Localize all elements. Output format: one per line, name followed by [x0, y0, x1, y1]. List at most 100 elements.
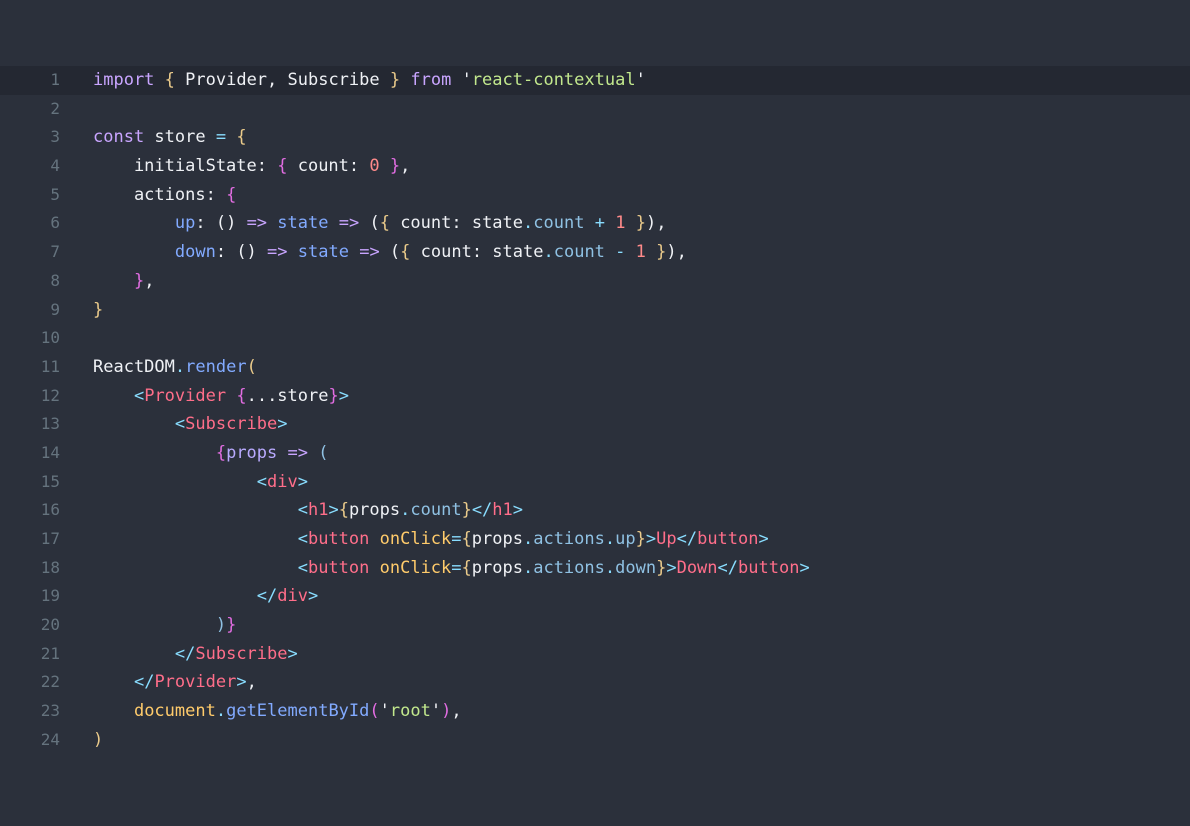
code-line[interactable]: 24): [0, 726, 1190, 755]
code-token: <: [133, 385, 145, 406]
code-token: }: [656, 242, 667, 263]
code-line[interactable]: 13 <Subscribe>: [0, 410, 1190, 439]
code-token: count: [553, 242, 605, 263]
code-token: count: [533, 213, 585, 234]
code-token: .: [604, 529, 616, 549]
code-token: </: [676, 529, 698, 549]
line-number: 1: [50, 70, 60, 89]
code-line[interactable]: 17 <button onClick={props.actions.up}>Up…: [0, 525, 1190, 554]
code-token: : (): [215, 242, 268, 263]
line-code: </Provider>,: [93, 668, 257, 697]
code-line[interactable]: 2: [0, 95, 1190, 124]
code-token: >: [297, 471, 308, 492]
code-line[interactable]: 6 up: () => state => ({ count: state.cou…: [0, 209, 1190, 238]
code-line[interactable]: 10: [0, 324, 1190, 353]
code-line[interactable]: 15 <div>: [0, 468, 1190, 497]
code-line[interactable]: 11 ReactDOM.render(: [0, 353, 1190, 382]
code-token: initialState:: [93, 156, 278, 177]
code-token: 0: [369, 156, 380, 177]
line-code: document.getElementById('root'),: [93, 697, 462, 726]
code-token: >: [277, 414, 288, 435]
line-number: 9: [50, 299, 60, 319]
code-token: import: [93, 70, 155, 90]
code-token: h1: [307, 500, 329, 521]
code-token: (: [246, 356, 257, 377]
line-code: actions: {: [93, 181, 236, 210]
code-token: ): [441, 701, 452, 722]
code-token: : (): [195, 213, 247, 234]
code-token: =>: [267, 242, 288, 263]
code-line[interactable]: 21 </Subscribe>: [0, 640, 1190, 669]
line-number: 16: [40, 500, 60, 520]
code-token: >: [645, 529, 657, 549]
code-token: ,: [451, 701, 462, 722]
code-line[interactable]: 1 import { Provider, Subscribe } from 're…: [0, 66, 1190, 95]
code-token: }: [461, 500, 472, 521]
line-code: <Provider {...store}>: [93, 382, 349, 411]
line-number: 23: [40, 701, 60, 721]
code-token: .: [400, 500, 411, 521]
code-line[interactable]: 14 {props => (: [0, 439, 1190, 468]
line-code: ReactDOM.render(: [93, 353, 257, 382]
line-number: 4: [50, 156, 60, 176]
code-token: {: [400, 242, 411, 263]
code-line[interactable]: 18 <button onClick={props.actions.down}>…: [0, 554, 1190, 583]
line-number: 2: [50, 98, 60, 118]
code-token: -: [615, 242, 626, 263]
line-code: }: [93, 296, 103, 325]
code-line[interactable]: 19 </div>: [0, 582, 1190, 611]
line-number: 19: [40, 586, 60, 606]
code-token: >: [758, 529, 769, 549]
line-code: ): [93, 726, 103, 755]
code-token: >: [236, 672, 247, 693]
line-number: 8: [50, 270, 60, 290]
code-line[interactable]: 20 )}: [0, 611, 1190, 640]
code-line[interactable]: 16 <h1>{props.count}</h1>: [0, 496, 1190, 525]
code-token: actions:: [93, 184, 227, 205]
code-line[interactable]: 3 const store = {: [0, 123, 1190, 152]
code-editor[interactable]: 1 import { Provider, Subscribe } from 're…: [0, 0, 1190, 826]
code-token: props: [471, 557, 523, 578]
code-token: ': [461, 70, 472, 90]
code-line[interactable]: 5 actions: {: [0, 181, 1190, 210]
line-number: 14: [40, 442, 60, 462]
code-token: {: [236, 385, 247, 406]
line-code: down: () => state => ({ count: state.cou…: [93, 238, 687, 267]
code-token: Up: [656, 529, 677, 549]
code-line[interactable]: 23 document.getElementById('root'),: [0, 697, 1190, 726]
code-token: }: [635, 529, 646, 549]
code-token: div: [267, 471, 298, 492]
line-code: up: () => state => ({ count: state.count…: [93, 209, 667, 238]
code-token: {: [164, 70, 175, 90]
code-token: render: [185, 356, 247, 377]
code-token: >: [328, 500, 339, 521]
code-token: const: [93, 127, 145, 148]
code-line[interactable]: 9}: [0, 296, 1190, 325]
code-token: >: [666, 557, 677, 578]
code-line[interactable]: 22 </Provider>,: [0, 668, 1190, 697]
code-token: ,: [144, 270, 155, 291]
code-token: onClick: [379, 557, 452, 578]
code-token: up: [615, 529, 636, 549]
line-number: 11: [40, 356, 60, 376]
code-token: react-contextual: [471, 70, 636, 90]
code-line[interactable]: 8 },: [0, 267, 1190, 296]
code-line[interactable]: 12 <Provider {...store}>: [0, 382, 1190, 411]
code-token: 1: [635, 242, 646, 263]
code-token: ): [93, 729, 104, 750]
code-token: ,: [246, 672, 257, 693]
code-token: </: [174, 643, 196, 664]
code-line[interactable]: 7 down: () => state => ({ count: state.c…: [0, 238, 1190, 267]
code-line[interactable]: 4 initialState: { count: 0 },: [0, 152, 1190, 181]
